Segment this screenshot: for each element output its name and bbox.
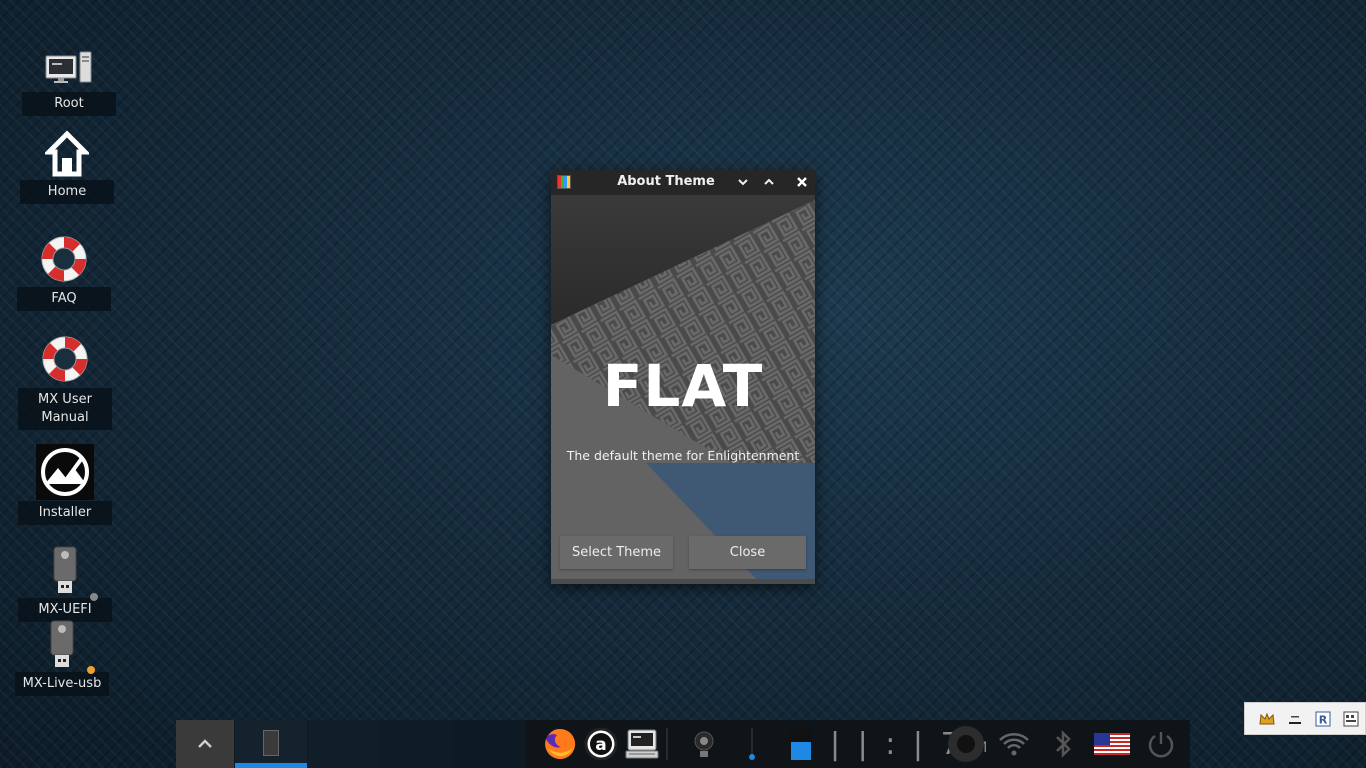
terminal-computer-icon[interactable]: [624, 720, 660, 768]
desktop-icon-label: Home: [20, 180, 114, 204]
battery-icon[interactable]: [786, 720, 816, 768]
svg-text:R: R: [1319, 714, 1328, 727]
maximize-button[interactable]: [759, 172, 779, 192]
status-dot: [90, 593, 98, 601]
desktop-icon-label: MX-Live-usb: [15, 672, 109, 696]
theme-description: The default theme for Enlightenment: [566, 448, 800, 463]
installer-icon: [18, 443, 112, 501]
keyboard-tray-icon[interactable]: [1341, 709, 1361, 729]
media-player-icon[interactable]: [946, 720, 986, 768]
dialog-titlebar[interactable]: About Theme: [551, 170, 815, 195]
desktop-icon-faq[interactable]: FAQ: [17, 230, 111, 311]
power-icon[interactable]: [1144, 720, 1178, 768]
wifi-icon[interactable]: [996, 720, 1032, 768]
pager-desktop-4[interactable]: [454, 720, 526, 768]
shelf-tasks: [176, 720, 526, 768]
clock-time: | | : | 7: [830, 726, 964, 762]
r-tray-icon[interactable]: R: [1313, 709, 1333, 729]
a-app-icon[interactable]: a: [583, 720, 619, 768]
usb-drive-icon: [15, 616, 109, 672]
desktop-icon-mx-uefi[interactable]: MX-UEFI: [18, 542, 112, 622]
desktop-icon-label: MX User Manual: [18, 388, 112, 430]
desktop-icon-mx-live-usb[interactable]: MX-Live-usb: [15, 616, 109, 696]
active-desktop-indicator: [235, 763, 307, 768]
theme-preview: FLAT The default theme for Enlightenment…: [551, 195, 815, 584]
about-theme-dialog: About Theme FLAT The default theme for E…: [551, 170, 815, 584]
home-icon: [20, 128, 114, 180]
pager-desktop-3[interactable]: [381, 720, 453, 768]
select-theme-button[interactable]: Select Theme: [560, 536, 673, 569]
minus-tray-icon[interactable]: [1285, 709, 1305, 729]
shelf-toggle-button[interactable]: [176, 720, 234, 768]
desktop-icon-mx-user-manual[interactable]: MX User Manual: [18, 330, 112, 430]
status-dot: [87, 666, 95, 674]
shelf-gadgets: a | | : | 7 AM: [526, 720, 1190, 768]
theme-name: FLAT: [602, 352, 764, 420]
keyboard-layout-flag-icon[interactable]: [1092, 720, 1132, 768]
separator: [666, 728, 668, 760]
screen-brightness-icon[interactable]: [688, 720, 720, 768]
desktop-icon-root[interactable]: Root: [22, 44, 116, 116]
svg-text:a: a: [595, 735, 606, 755]
volume-slider-icon[interactable]: [740, 720, 764, 768]
close-window-button[interactable]: [792, 172, 812, 192]
computer-icon: [22, 44, 116, 92]
bluetooth-icon[interactable]: [1048, 720, 1078, 768]
window-thumbnail-icon: [263, 730, 279, 756]
desktop-icon-home[interactable]: Home: [20, 128, 114, 204]
minimize-button[interactable]: [733, 172, 753, 192]
close-button[interactable]: Close: [689, 536, 806, 569]
lifebuoy-icon: [18, 330, 112, 388]
desktop-icon-label: FAQ: [17, 287, 111, 311]
desktop-icon-installer[interactable]: Installer: [18, 443, 112, 525]
pager-desktop-2[interactable]: [308, 720, 380, 768]
desktop-icon-label: Root: [22, 92, 116, 116]
usb-drive-icon: [18, 542, 112, 598]
firefox-icon[interactable]: [542, 720, 578, 768]
lifebuoy-icon: [17, 230, 111, 287]
desktop-icon-label: Installer: [18, 501, 112, 525]
pager-desktop-1[interactable]: [235, 720, 307, 768]
systray: R: [1244, 702, 1366, 735]
crown-tray-icon[interactable]: [1257, 709, 1277, 729]
